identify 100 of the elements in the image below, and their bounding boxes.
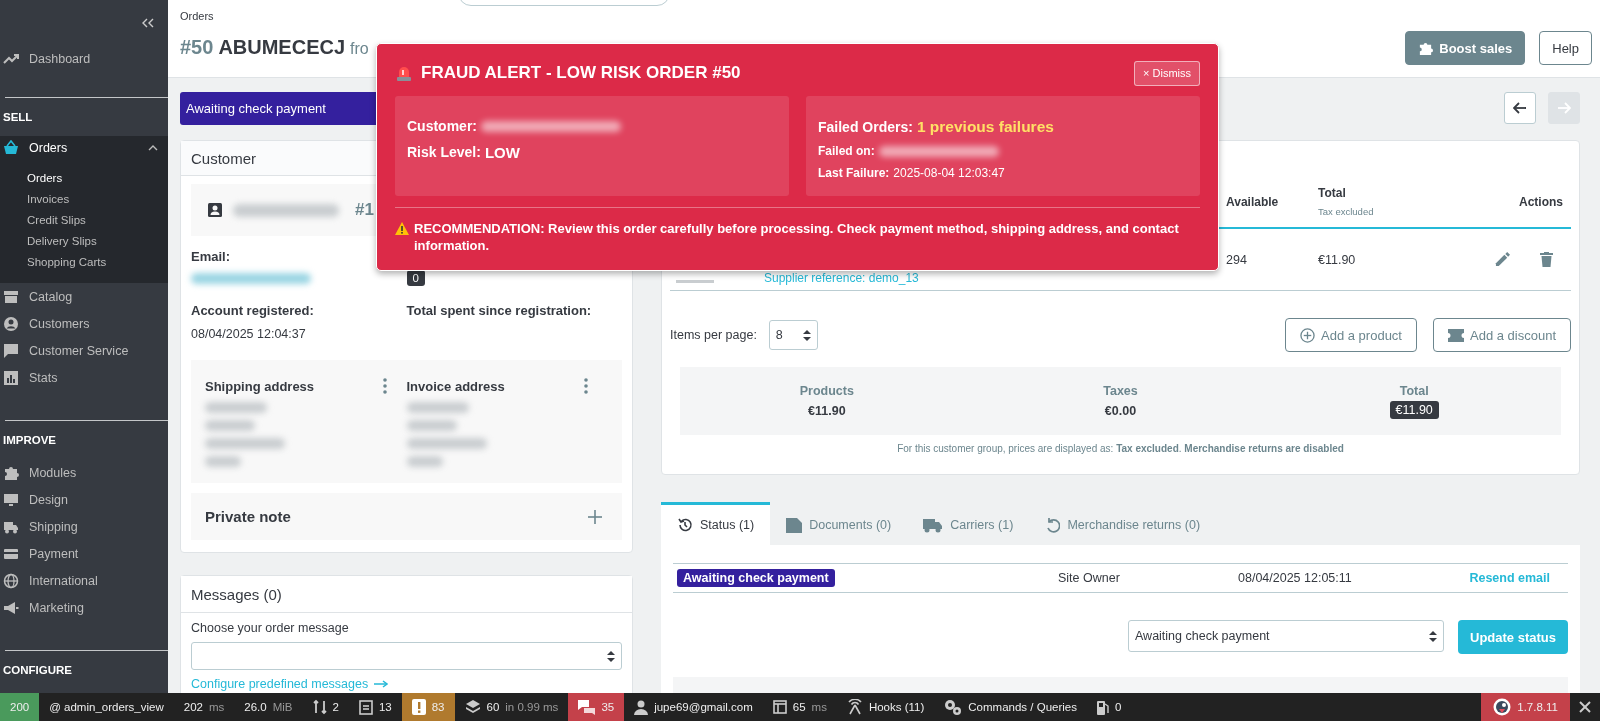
sidebar-item[interactable]: Customer Service: [0, 337, 168, 364]
submenu-item[interactable]: Delivery Slips: [0, 231, 168, 252]
arrow-icon: [374, 680, 389, 688]
debug-bar-item[interactable]: @ admin_orders_view: [39, 693, 174, 721]
sidebar-item[interactable]: Marketing: [0, 594, 168, 621]
sidebar-item[interactable]: Modules: [0, 459, 168, 486]
sidebar-item[interactable]: Customers: [0, 310, 168, 337]
total-label: Total: [1398, 383, 1430, 398]
column-header: Available: [1226, 194, 1280, 209]
chevron-icon: [148, 145, 158, 151]
address-title: Shipping address: [205, 378, 315, 394]
total-value: €0.00: [1104, 404, 1137, 418]
debug-bar-item[interactable]: 83: [401, 693, 455, 721]
address-title: Invoice address: [406, 378, 505, 394]
megaphone-icon: [3, 599, 19, 616]
debug-bar-item[interactable]: 0: [1086, 693, 1132, 721]
recommendation-text: RECOMMENDATION: Review this order carefully before processing. Check payment method, shipping address, and contact information.: [414, 220, 1180, 254]
last-failure-date: 2025-08-04 12:03:47: [893, 166, 1005, 180]
submenu-item[interactable]: Orders: [0, 168, 168, 189]
field-label: Last Failure:: [818, 166, 890, 180]
sidebar-item[interactable]: International: [0, 567, 168, 594]
column-header: Total: [1318, 186, 1347, 200]
sidebar-item[interactable]: Shipping: [0, 513, 168, 540]
section-heading: IMPROVE: [2, 433, 58, 448]
debug-bar-item[interactable]: 2: [302, 693, 349, 721]
chat-icon: [3, 342, 19, 359]
alert-title: FRAUD ALERT - LOW RISK ORDER #50: [421, 63, 741, 83]
debug-bar-item[interactable]: Commands / Queries: [934, 693, 1087, 721]
close-icon[interactable]: [1579, 701, 1591, 713]
private-note-panel[interactable]: Private note: [191, 493, 622, 540]
order-source-text: fro: [350, 40, 369, 58]
debug-bar-item[interactable]: 13: [348, 693, 402, 721]
total-label: Taxes: [1102, 384, 1139, 398]
private-note-title: Private note: [205, 508, 291, 525]
submenu-item[interactable]: Shopping Carts: [0, 252, 168, 273]
layers-icon: [464, 699, 481, 715]
alert-icon: [411, 699, 426, 715]
sidebar-item[interactable]: Catalog: [0, 283, 168, 310]
arrow-right-icon: [1557, 102, 1571, 114]
boost-sales-button[interactable]: Boost sales: [1405, 31, 1526, 65]
tab[interactable]: Merchandise returns (0): [1029, 502, 1217, 545]
edit-icon[interactable]: [1495, 252, 1510, 267]
field-label: Choose your order message: [191, 621, 350, 635]
dismiss-button[interactable]: × Dismiss: [1134, 60, 1200, 86]
debug-bar-item[interactable]: jupe69@gmail.com: [624, 693, 763, 721]
breadcrumb[interactable]: Orders: [180, 10, 1592, 26]
tab[interactable]: Status (1): [661, 502, 771, 545]
collapse-icon[interactable]: [142, 18, 154, 28]
debug-bar-item[interactable]: 60 in 0.99 ms: [454, 693, 569, 721]
tab[interactable]: Documents (0): [770, 502, 908, 545]
column-subheader: Tax excluded: [1318, 206, 1375, 217]
blurred-text: [205, 456, 241, 467]
table-cell-text: €11.90: [1318, 252, 1357, 267]
per-page-select[interactable]: 8: [768, 320, 818, 350]
debug-bar-item[interactable]: 35: [568, 693, 625, 721]
truck-icon: [923, 517, 944, 533]
status-select[interactable]: Awaiting check payment: [1128, 620, 1444, 652]
total-value: €11.90: [808, 404, 846, 418]
user-icon: [634, 699, 649, 715]
siren-icon: [395, 64, 413, 82]
version-badge[interactable]: 1.7.8.11: [1481, 693, 1570, 721]
undo-icon: [1045, 517, 1061, 533]
sidebar-item[interactable]: Dashboard: [0, 45, 168, 72]
sidebar-item[interactable]: Stats: [0, 364, 168, 391]
plus-icon[interactable]: [588, 509, 602, 524]
store-icon: [3, 288, 19, 305]
submenu-item[interactable]: Credit Slips: [0, 210, 168, 231]
globe-icon: [3, 572, 19, 589]
clipboard-icon: [358, 699, 373, 715]
help-button[interactable]: Help: [1539, 31, 1592, 65]
debug-bar-item[interactable]: 65 ms: [762, 693, 837, 721]
sidebar-item[interactable]: Design: [0, 486, 168, 513]
submenu-item[interactable]: Invoices: [0, 189, 168, 210]
select-arrows-icon: [607, 650, 615, 662]
order-number: #50: [180, 36, 214, 59]
window-icon: [772, 700, 787, 714]
fuel-icon: [1096, 699, 1109, 715]
previous-button[interactable]: [1504, 92, 1536, 124]
column-header: Actions: [1518, 194, 1564, 209]
status-badge: Awaiting check payment: [677, 569, 835, 587]
tab[interactable]: Carriers (1): [907, 502, 1030, 545]
debug-bar-item[interactable]: 202 ms: [173, 693, 235, 721]
blurred-text: [406, 456, 443, 467]
more-options-icon[interactable]: [584, 378, 588, 394]
delete-icon[interactable]: [1540, 252, 1553, 267]
arrow-left-icon: [1513, 102, 1527, 114]
table-cell-text: 294: [1226, 252, 1248, 267]
customer-id: #1: [355, 200, 374, 220]
sidebar-item[interactable]: Payment: [0, 540, 168, 567]
add-product-button[interactable]: Add a product: [1285, 318, 1417, 352]
debug-bar-item[interactable]: 26.0 MiB: [234, 693, 303, 721]
order-reference: ABUMECECJ: [218, 36, 346, 59]
debug-bar-item[interactable]: Hooks (11): [836, 693, 935, 721]
more-options-icon[interactable]: [382, 378, 387, 394]
sidebar-item[interactable]: Orders: [0, 136, 168, 160]
blurred-text: [406, 402, 469, 413]
gears-icon: [944, 699, 963, 715]
add-discount-button[interactable]: Add a discount: [1433, 318, 1571, 352]
table-cell-text: 08/04/2025 12:05:11: [1238, 571, 1353, 585]
pricing-note: For this customer group, prices are displayed as: Tax excluded. Merchandise returns are disabled: [896, 443, 1345, 454]
